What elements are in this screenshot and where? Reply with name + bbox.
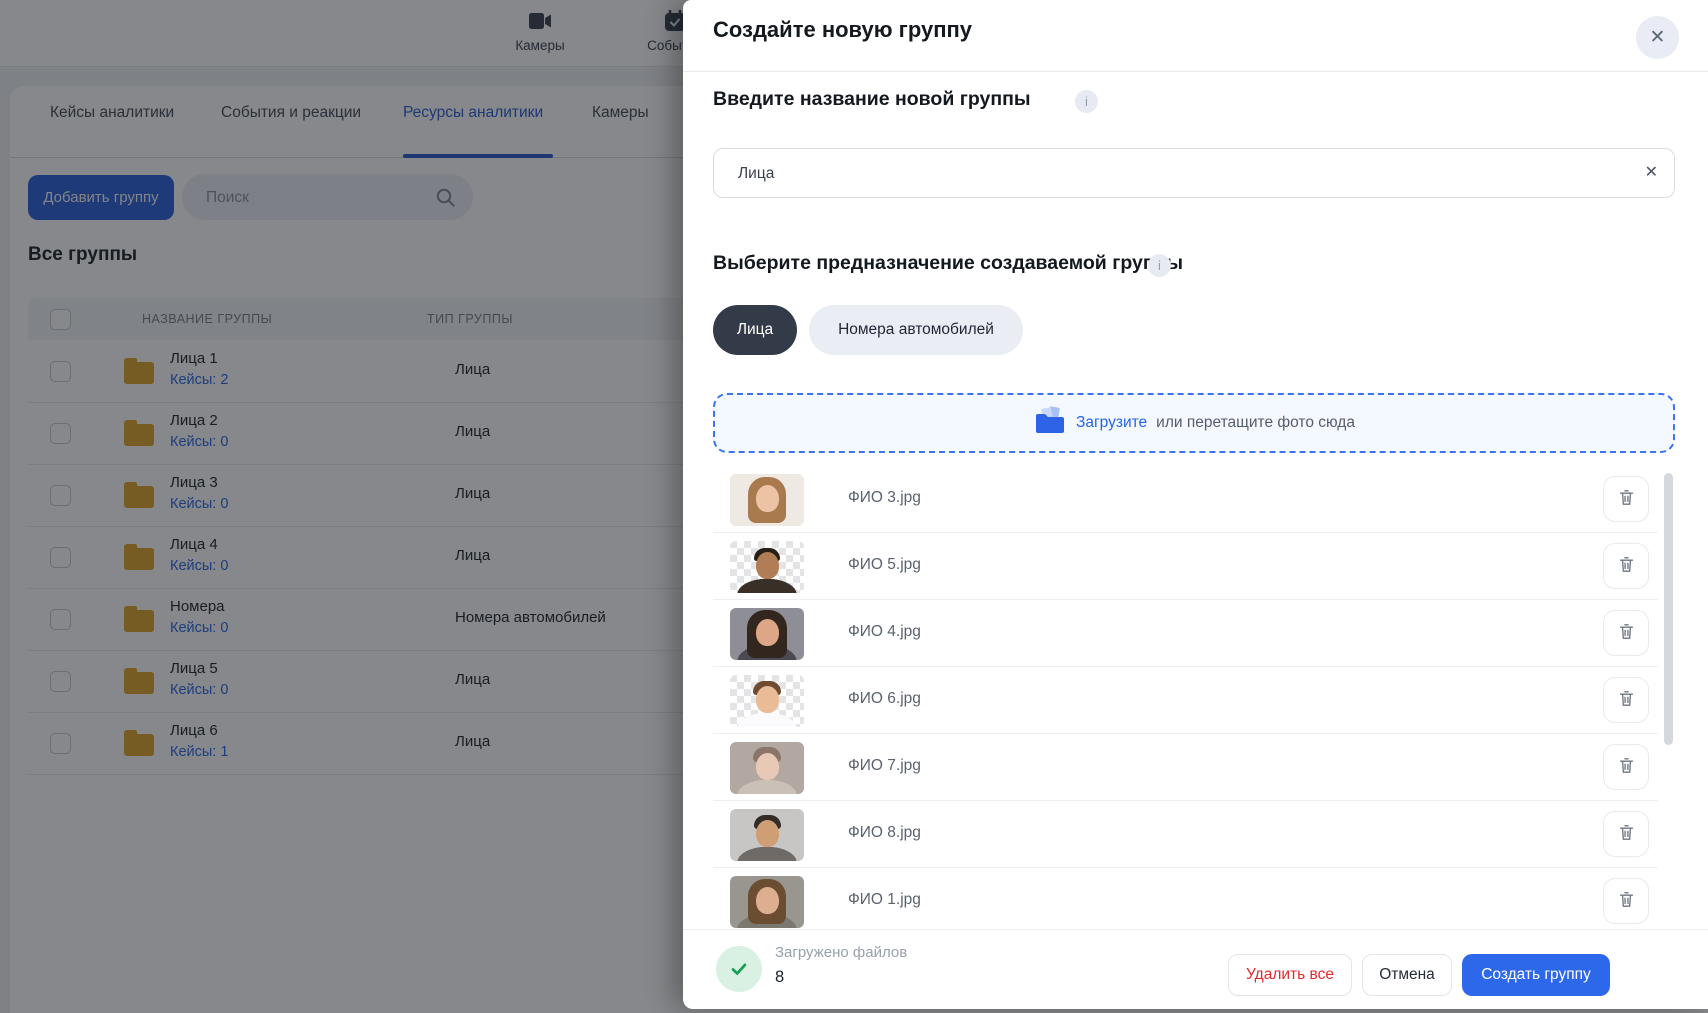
- file-row: ФИО 8.jpg: [683, 801, 1708, 868]
- cancel-button[interactable]: Отмена: [1362, 954, 1452, 996]
- trash-icon: [1617, 890, 1636, 912]
- uploaded-files-list: ФИО 3.jpg ФИО 5.jpg ФИО 4.jpg: [683, 453, 1708, 929]
- file-thumbnail: [730, 608, 804, 660]
- trash-icon: [1617, 555, 1636, 577]
- clear-input-icon[interactable]: ✕: [1645, 162, 1658, 182]
- purpose-section-label: Выберите предназначение создаваемой груп…: [713, 252, 1183, 275]
- info-icon[interactable]: i: [1148, 254, 1171, 277]
- trash-icon: [1617, 823, 1636, 845]
- success-check-icon: [716, 946, 762, 992]
- name-section-label: Введите название новой группы: [713, 88, 1031, 111]
- file-row: ФИО 5.jpg: [683, 533, 1708, 600]
- file-row: ФИО 4.jpg: [683, 600, 1708, 667]
- purpose-chip-plates[interactable]: Номера автомобилей: [809, 305, 1023, 355]
- file-name: ФИО 6.jpg: [848, 690, 921, 708]
- file-thumbnail: [730, 809, 804, 861]
- info-icon[interactable]: i: [1075, 90, 1098, 113]
- divider: [683, 71, 1708, 72]
- file-thumbnail: [730, 541, 804, 593]
- delete-file-button[interactable]: [1603, 811, 1649, 857]
- file-row: ФИО 1.jpg: [683, 868, 1708, 929]
- file-name: ФИО 1.jpg: [848, 891, 921, 909]
- upload-folder-icon: [1033, 406, 1067, 440]
- uploaded-files-label: Загружено файлов: [775, 944, 907, 961]
- purpose-chip-faces[interactable]: Лица: [713, 305, 797, 355]
- file-row: ФИО 6.jpg: [683, 667, 1708, 734]
- photo-dropzone[interactable]: Загрузите или перетащите фото сюда: [713, 393, 1675, 453]
- file-row: ФИО 7.jpg: [683, 734, 1708, 801]
- trash-icon: [1617, 622, 1636, 644]
- file-name: ФИО 4.jpg: [848, 623, 921, 641]
- file-thumbnail: [730, 675, 804, 727]
- group-name-input[interactable]: [736, 149, 1630, 199]
- file-thumbnail: [730, 876, 804, 928]
- screen: Камеры События Кейсы аналитики События и…: [0, 0, 1708, 1013]
- delete-file-button[interactable]: [1603, 744, 1649, 790]
- upload-link[interactable]: Загрузите: [1076, 414, 1147, 432]
- dialog-title: Создайте новую группу: [713, 17, 972, 43]
- uploaded-files-count: 8: [775, 968, 784, 987]
- delete-all-button[interactable]: Удалить все: [1228, 954, 1352, 996]
- delete-file-button[interactable]: [1603, 476, 1649, 522]
- delete-file-button[interactable]: [1603, 677, 1649, 723]
- scrollbar-thumb[interactable]: [1664, 473, 1673, 745]
- create-group-dialog: Создайте новую группу ✕ Введите название…: [683, 0, 1708, 1008]
- dialog-footer: Загружено файлов 8 Удалить все Отмена Со…: [683, 929, 1708, 1009]
- delete-file-button[interactable]: [1603, 610, 1649, 656]
- close-button[interactable]: ✕: [1636, 16, 1679, 59]
- file-name: ФИО 3.jpg: [848, 489, 921, 507]
- file-thumbnail: [730, 474, 804, 526]
- trash-icon: [1617, 756, 1636, 778]
- create-group-button[interactable]: Создать группу: [1462, 954, 1610, 996]
- dropzone-hint: или перетащите фото сюда: [1156, 414, 1355, 432]
- delete-file-button[interactable]: [1603, 878, 1649, 924]
- file-name: ФИО 7.jpg: [848, 757, 921, 775]
- trash-icon: [1617, 689, 1636, 711]
- trash-icon: [1617, 488, 1636, 510]
- file-name: ФИО 5.jpg: [848, 556, 921, 574]
- file-name: ФИО 8.jpg: [848, 824, 921, 842]
- delete-file-button[interactable]: [1603, 543, 1649, 589]
- file-thumbnail: [730, 742, 804, 794]
- group-name-field: ✕: [713, 148, 1675, 198]
- file-row: ФИО 3.jpg: [683, 466, 1708, 533]
